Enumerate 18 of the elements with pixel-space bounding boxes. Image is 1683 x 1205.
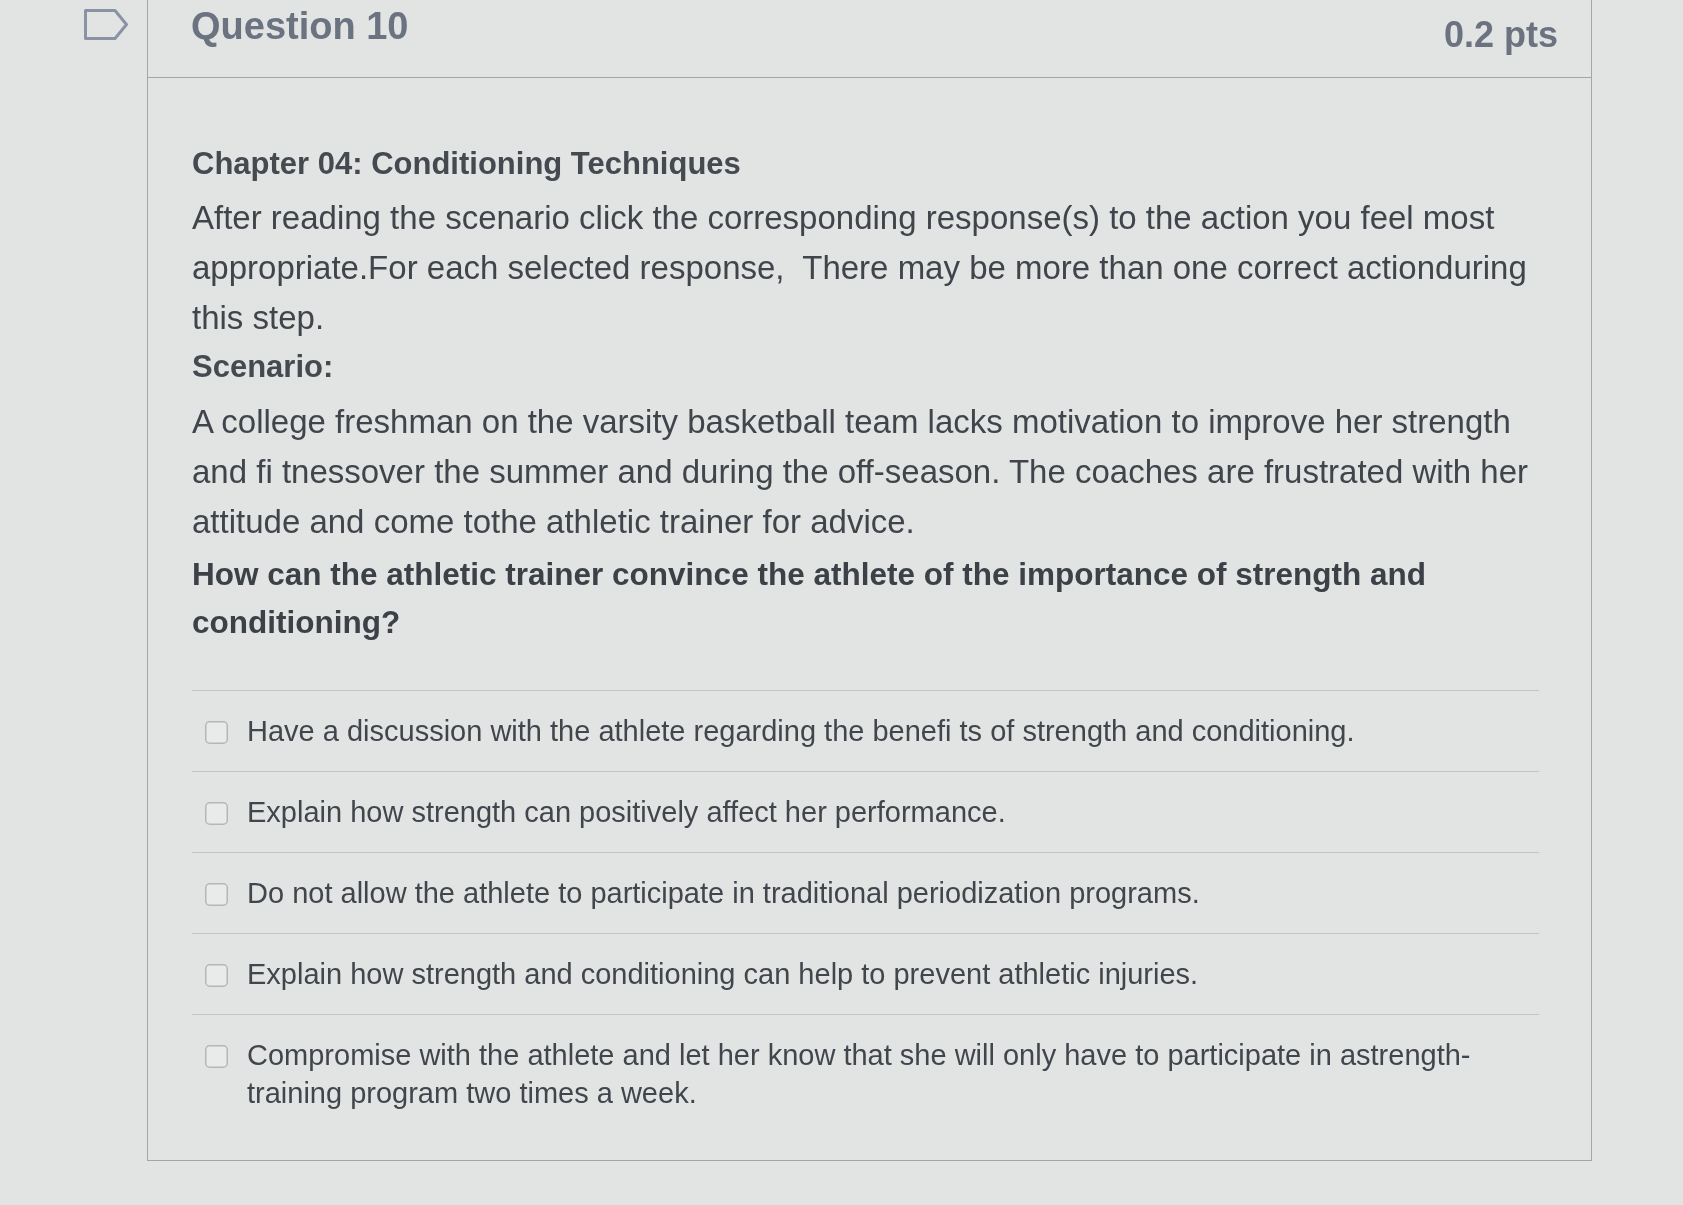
answer-text: Compromise with the athlete and let her know that she will only have to participate in astrength-training program two times a week. xyxy=(247,1038,1472,1111)
answer-text: Explain how strength can positively affect her performance. xyxy=(247,795,1006,830)
flag-icon[interactable] xyxy=(84,9,128,40)
checkbox[interactable] xyxy=(205,883,228,906)
chapter-heading: Chapter 04: Conditioning Techniques xyxy=(192,145,742,183)
instructions-text: After reading the scenario click the corresponding response(s) to the action you feel most appropriate.For each selected response, There may be more than one correct actionduring this step. xyxy=(192,198,1528,338)
checkbox[interactable] xyxy=(205,1045,228,1068)
question-prompt: How can the athletic trainer convince the athlete of the importance of strength and conditioning? xyxy=(192,555,1427,642)
answer-text: Have a discussion with the athlete regarding the benefi ts of strength and conditioning. xyxy=(247,714,1355,749)
answer-text: Explain how strength and conditioning can help to prevent athletic injuries. xyxy=(247,957,1199,992)
question-title: Question 10 xyxy=(191,4,409,48)
checkbox[interactable] xyxy=(205,802,228,825)
scenario-heading: Scenario: xyxy=(192,348,335,386)
checkbox[interactable] xyxy=(205,964,228,987)
checkbox[interactable] xyxy=(205,721,228,744)
answer-text: Do not allow the athlete to participate in traditional periodization programs. xyxy=(247,876,1200,911)
points-label: 0.2 pts xyxy=(1443,14,1558,56)
scenario-text: A college freshman on the varsity basketball team lacks motivation to improve her strength and fi tnessover the summer and during the off-season. The coaches are frustrated with her attitude and come tothe athletic trainer for advice. xyxy=(192,402,1530,542)
